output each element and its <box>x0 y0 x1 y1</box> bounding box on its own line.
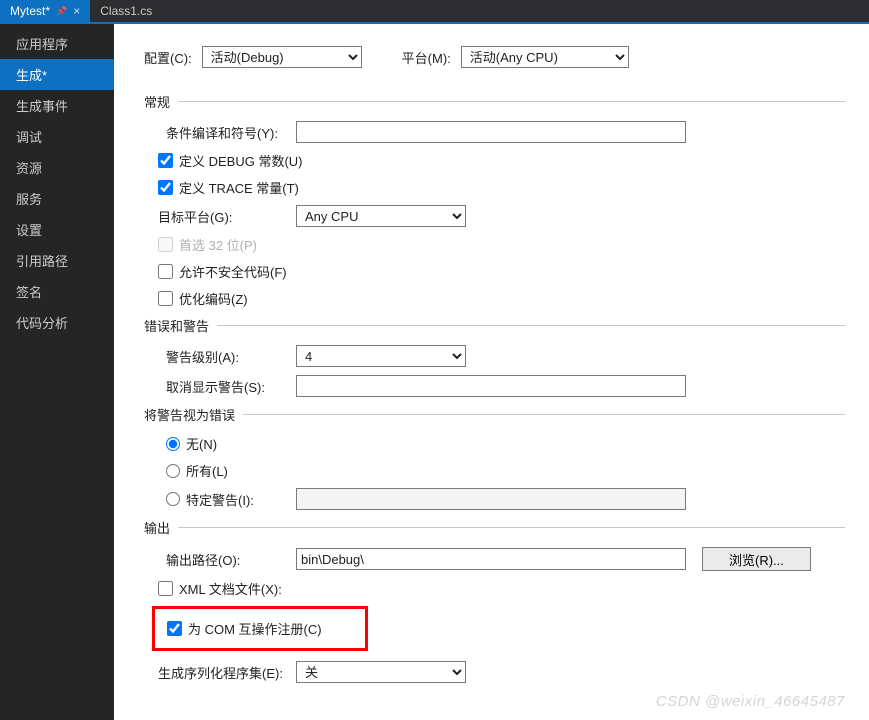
warning-level-label: 警告级别(A): <box>166 347 296 366</box>
sidebar-item-debug[interactable]: 调试 <box>0 121 114 152</box>
optimize-checkbox[interactable] <box>158 291 173 306</box>
divider <box>178 527 845 528</box>
xml-doc-label: XML 文档文件(X): <box>179 579 282 598</box>
trace-const-label: 定义 TRACE 常量(T) <box>179 178 299 197</box>
config-label: 配置(C): <box>144 48 192 67</box>
group-title-general: 常规 <box>144 92 170 111</box>
optimize-label: 优化编码(Z) <box>179 289 248 308</box>
tab-label: Class1.cs <box>100 4 152 18</box>
sidebar-item-signing[interactable]: 签名 <box>0 276 114 307</box>
warning-level-select[interactable]: 4 <box>296 345 466 367</box>
debug-const-checkbox[interactable] <box>158 153 173 168</box>
warn-all-label: 所有(L) <box>186 461 228 480</box>
suppress-warnings-label: 取消显示警告(S): <box>166 377 296 396</box>
build-panel: 配置(C): 活动(Debug) 平台(M): 活动(Any CPU) 常规 条… <box>114 24 869 720</box>
warn-none-radio[interactable] <box>166 437 180 451</box>
target-platform-select[interactable]: Any CPU <box>296 205 466 227</box>
pin-icon[interactable]: 📌 <box>56 6 67 17</box>
warn-all-radio[interactable] <box>166 464 180 478</box>
warn-specific-radio[interactable] <box>166 492 180 506</box>
property-sidebar: 应用程序 生成* 生成事件 调试 资源 服务 设置 引用路径 签名 代码分析 <box>0 24 114 720</box>
group-title-output: 输出 <box>144 518 170 537</box>
sidebar-item-build[interactable]: 生成* <box>0 59 114 90</box>
tab-class1[interactable]: Class1.cs <box>90 0 162 22</box>
sidebar-item-services[interactable]: 服务 <box>0 183 114 214</box>
allow-unsafe-checkbox[interactable] <box>158 264 173 279</box>
tab-label: Mytest* <box>10 4 50 18</box>
output-path-label: 输出路径(O): <box>166 550 296 569</box>
com-interop-label: 为 COM 互操作注册(C) <box>188 619 322 638</box>
sidebar-item-settings[interactable]: 设置 <box>0 214 114 245</box>
prefer32-checkbox <box>158 237 173 252</box>
tab-mytest[interactable]: Mytest* 📌 × <box>0 0 90 22</box>
conditional-input[interactable] <box>296 121 686 143</box>
platform-label: 平台(M): <box>402 48 451 67</box>
xml-doc-checkbox[interactable] <box>158 581 173 596</box>
sidebar-item-code-analysis[interactable]: 代码分析 <box>0 307 114 338</box>
trace-const-checkbox[interactable] <box>158 180 173 195</box>
sidebar-item-reference-paths[interactable]: 引用路径 <box>0 245 114 276</box>
suppress-warnings-input[interactable] <box>296 375 686 397</box>
main-area: 应用程序 生成* 生成事件 调试 资源 服务 设置 引用路径 签名 代码分析 配… <box>0 24 869 720</box>
prefer32-label: 首选 32 位(P) <box>179 235 257 254</box>
config-select[interactable]: 活动(Debug) <box>202 46 362 68</box>
warn-none-label: 无(N) <box>186 434 217 453</box>
platform-select[interactable]: 活动(Any CPU) <box>461 46 629 68</box>
group-title-treat-error: 将警告视为错误 <box>144 405 235 424</box>
close-icon[interactable]: × <box>73 4 80 18</box>
warn-specific-input <box>296 488 686 510</box>
warn-specific-label: 特定警告(I): <box>186 490 254 509</box>
browse-button[interactable]: 浏览(R)... <box>702 547 811 571</box>
target-platform-label: 目标平台(G): <box>158 207 296 226</box>
conditional-label: 条件编译和符号(Y): <box>166 123 296 142</box>
allow-unsafe-label: 允许不安全代码(F) <box>179 262 287 281</box>
serialization-select[interactable]: 关 <box>296 661 466 683</box>
document-tabs: Mytest* 📌 × Class1.cs <box>0 0 869 22</box>
group-title-warnings: 错误和警告 <box>144 316 209 335</box>
output-path-input[interactable] <box>296 548 686 570</box>
sidebar-item-application[interactable]: 应用程序 <box>0 28 114 59</box>
serialization-label: 生成序列化程序集(E): <box>158 663 296 682</box>
divider <box>178 101 845 102</box>
debug-const-label: 定义 DEBUG 常数(U) <box>179 151 303 170</box>
com-interop-checkbox[interactable] <box>167 621 182 636</box>
highlight-annotation: 为 COM 互操作注册(C) <box>152 606 368 651</box>
divider <box>217 325 845 326</box>
divider <box>243 414 845 415</box>
sidebar-item-build-events[interactable]: 生成事件 <box>0 90 114 121</box>
sidebar-item-resources[interactable]: 资源 <box>0 152 114 183</box>
